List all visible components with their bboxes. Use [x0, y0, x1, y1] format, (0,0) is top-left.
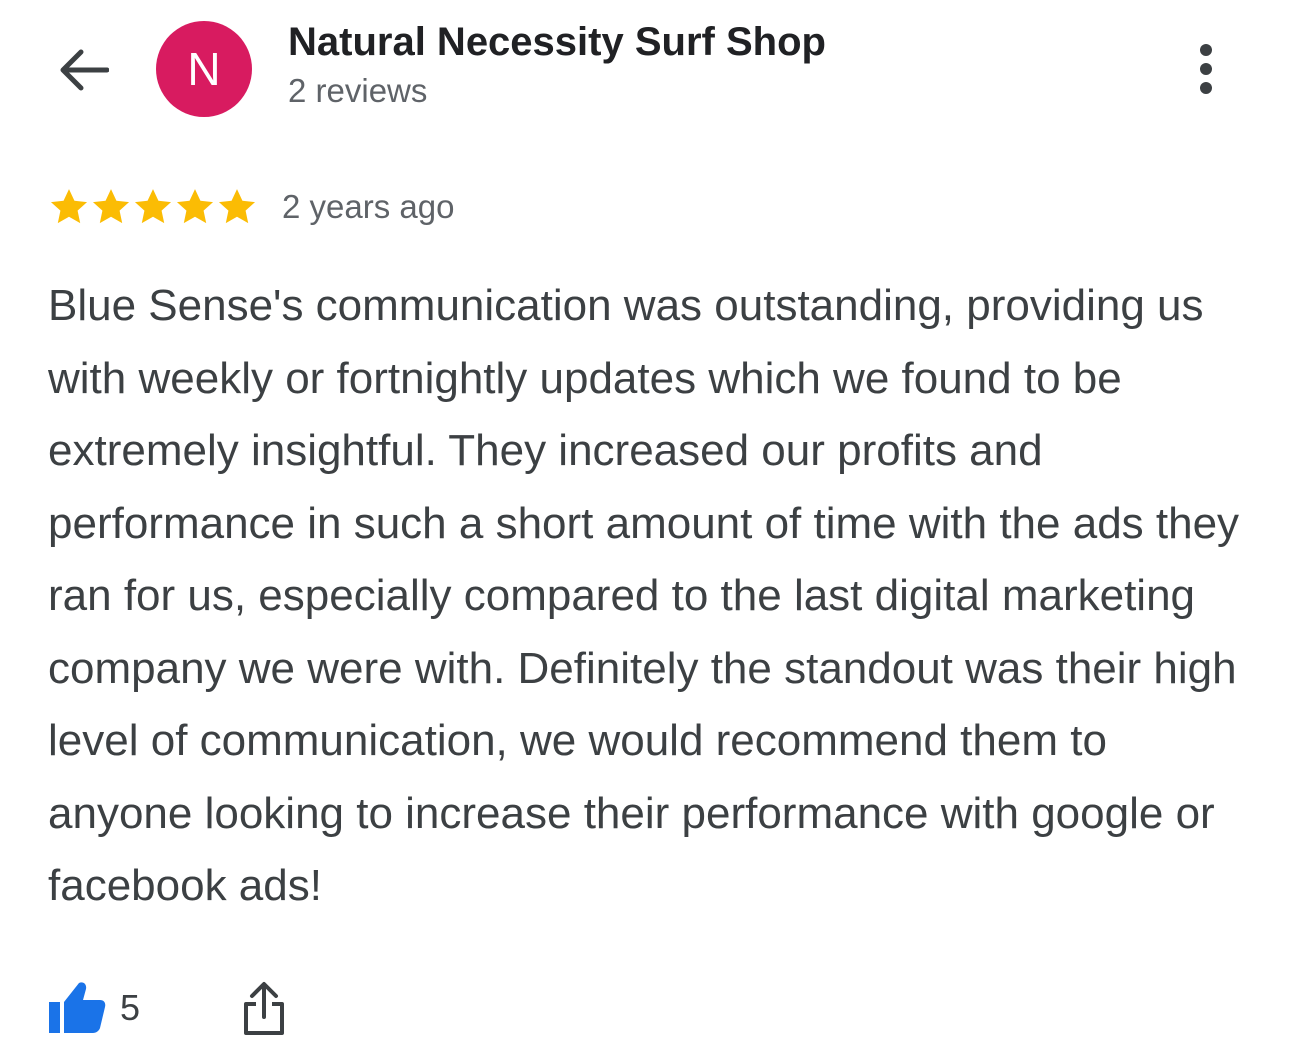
more-vert-icon-dot [1200, 82, 1212, 94]
share-icon [244, 982, 285, 1035]
like-count: 5 [120, 987, 141, 1028]
review-time-ago: 2 years ago [282, 188, 455, 225]
share-button[interactable] [240, 980, 288, 1036]
star-rating [48, 186, 258, 228]
star-icon [50, 189, 88, 224]
avatar[interactable]: N [156, 21, 252, 117]
more-vert-icon-dot [1200, 63, 1212, 75]
review-text: Blue Sense's communication was outstandi… [48, 281, 1240, 910]
star-icon [218, 189, 256, 224]
star-icon [134, 189, 172, 224]
rating-row: 2 years ago [48, 186, 454, 228]
reviewer-review-count: 2 reviews [288, 72, 428, 109]
avatar-letter: N [187, 43, 221, 95]
star-icon [176, 189, 214, 224]
review-actions: 5 [48, 980, 288, 1036]
like-button[interactable]: 5 [48, 981, 140, 1035]
more-options-button[interactable] [1182, 36, 1230, 102]
star-icon [92, 189, 130, 224]
reviewer-name[interactable]: Natural Necessity Surf Shop [288, 20, 826, 65]
thumbs-up-icon [49, 982, 106, 1033]
more-vert-icon [1200, 44, 1212, 56]
arrow-back-icon [60, 49, 109, 91]
back-button[interactable] [52, 42, 114, 98]
